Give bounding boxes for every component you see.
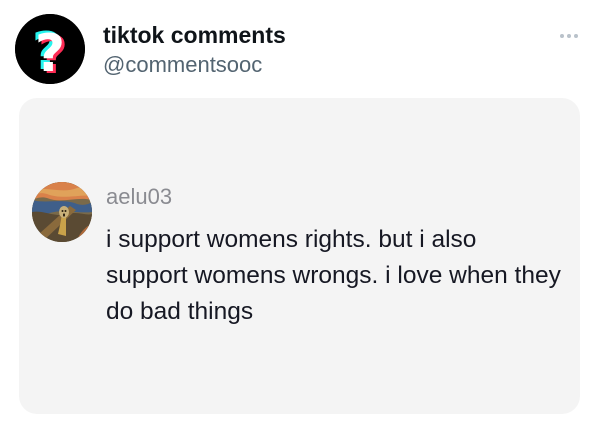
more-options-button[interactable] xyxy=(552,24,586,48)
more-horizontal-icon-dot xyxy=(567,34,571,38)
post-header: ? ? ? tiktok comments @commentsooc xyxy=(0,0,599,96)
comment-text: i support womens rights. but i also supp… xyxy=(106,226,561,325)
account-handle[interactable]: @commentsooc xyxy=(103,52,262,78)
question-mark-icon: ? ? ? xyxy=(15,14,85,84)
commenter-username[interactable]: aelu03 xyxy=(106,184,172,210)
comment-card: aelu03 i support womens rights. but i al… xyxy=(19,98,580,414)
account-name[interactable]: tiktok comments xyxy=(103,22,286,48)
more-horizontal-icon-dot xyxy=(574,34,578,38)
more-horizontal-icon xyxy=(560,34,564,38)
commenter-avatar[interactable] xyxy=(32,182,92,242)
the-scream-painting-avatar xyxy=(32,182,92,242)
svg-text:?: ? xyxy=(35,24,65,84)
account-avatar[interactable]: ? ? ? xyxy=(15,14,85,84)
